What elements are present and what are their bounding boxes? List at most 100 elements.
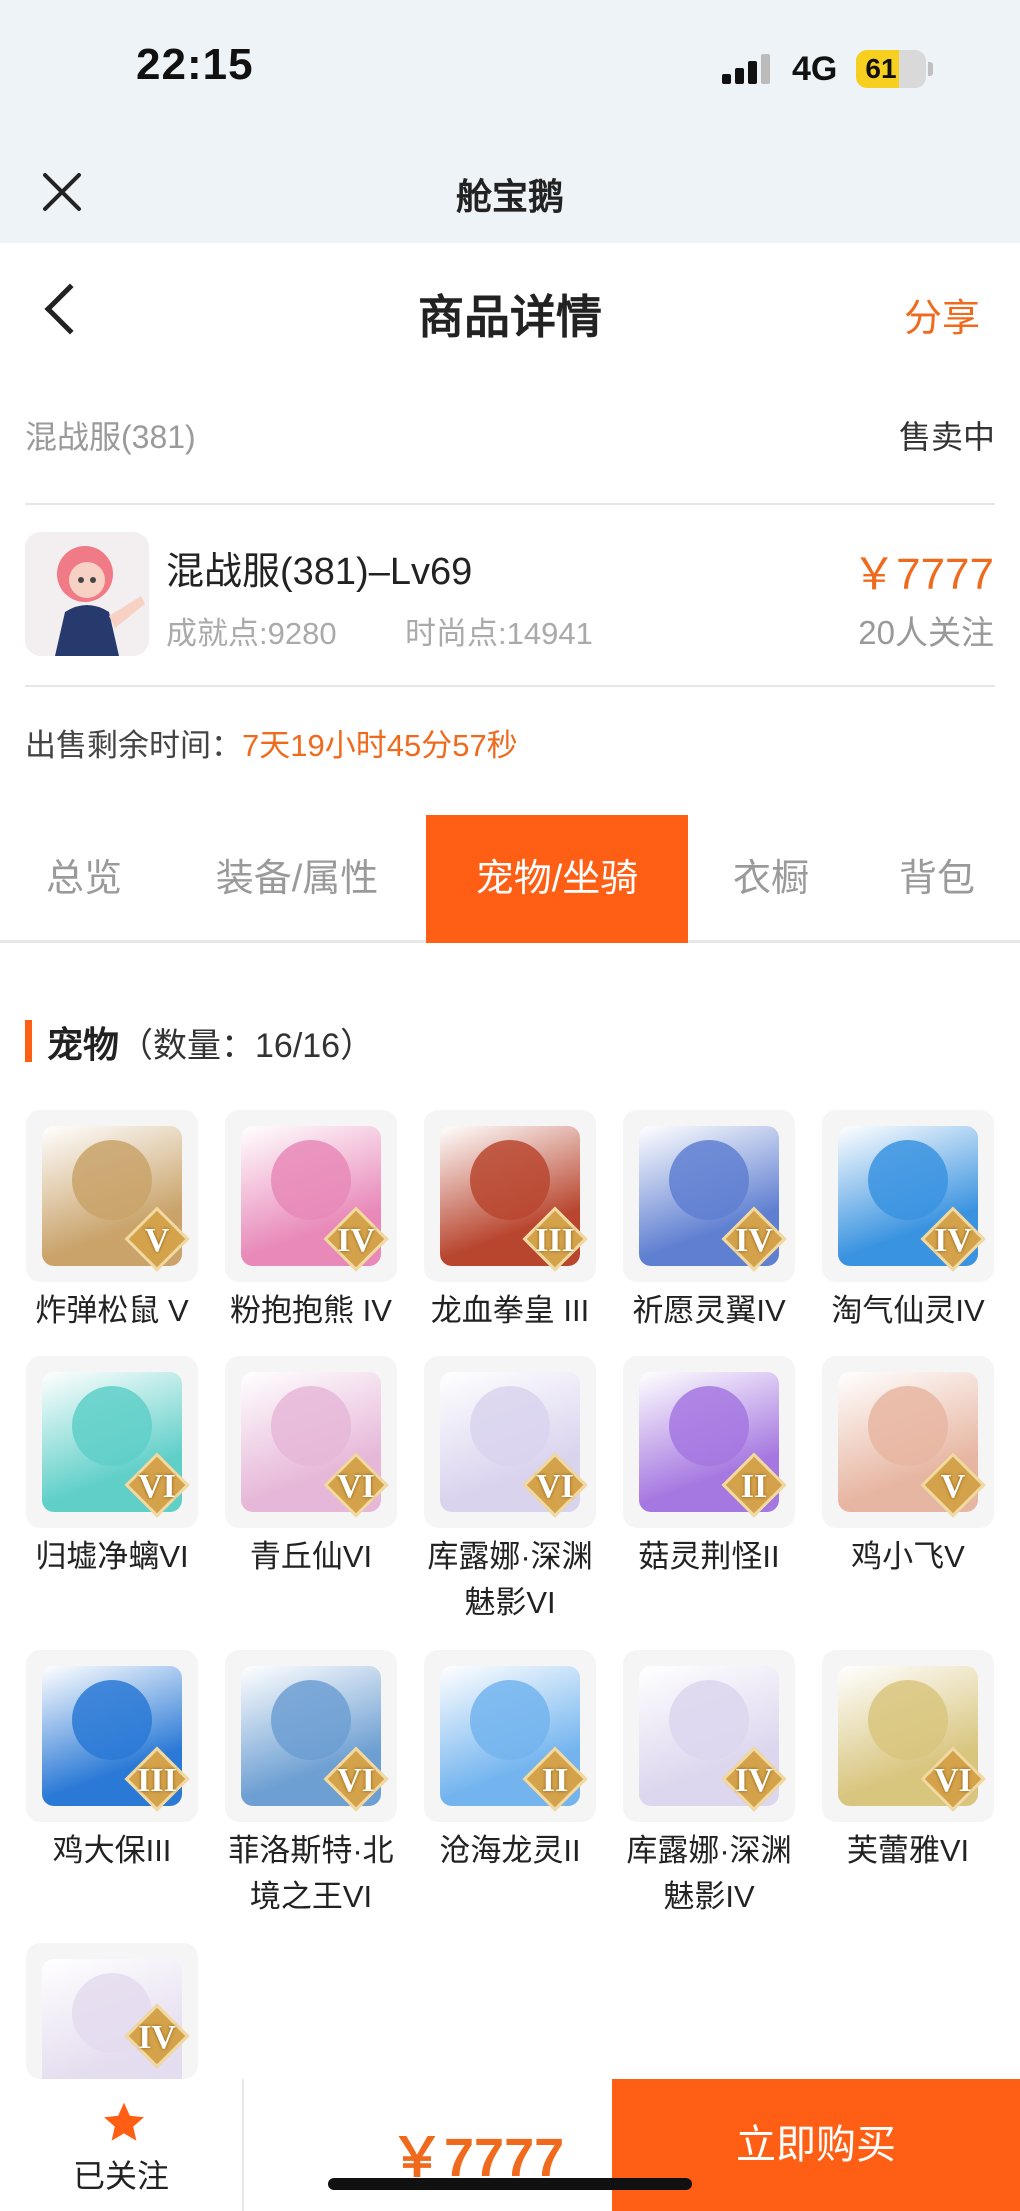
grade-badge-text: II <box>740 1468 768 1505</box>
pet-figure <box>868 1386 948 1466</box>
battery-level: 61 <box>865 53 897 84</box>
pet-name: 鸡小飞V <box>851 1539 965 1574</box>
pet-name: 祈愿灵翼IV <box>632 1293 786 1328</box>
achievement-points: 成就点:9280 <box>166 616 337 651</box>
pet-image: IV <box>623 1650 795 1822</box>
pet-figure <box>271 1140 351 1220</box>
grade-badge-text: V <box>144 1222 170 1259</box>
tab-equipment[interactable]: 装备/属性 <box>168 815 426 943</box>
section-accent-bar <box>25 1020 32 1062</box>
divider <box>25 503 995 505</box>
follow-label: 已关注 <box>72 2158 169 2194</box>
status-time: 22:15 <box>136 40 254 89</box>
tab-overview[interactable]: 总览 <box>0 815 168 943</box>
battery-tip <box>928 62 933 76</box>
grade-badge-text: IV <box>735 1762 773 1799</box>
remaining-time: 出售剩余时间：7天19小时45分57秒 <box>25 720 518 765</box>
grade-badge-text: VI <box>138 1468 176 1505</box>
pet-figure <box>669 1140 749 1220</box>
pet-name: 库露娜·深渊魅影VI <box>427 1539 593 1620</box>
pet-figure <box>868 1140 948 1220</box>
section-title: 宠物 <box>47 1024 120 1065</box>
follower-count: 20人关注 <box>858 614 994 651</box>
remaining-time-label: 出售剩余时间： <box>25 728 242 763</box>
buy-now-button[interactable]: 立即购买 <box>612 2079 1020 2211</box>
page-title: 商品详情 <box>418 291 602 343</box>
pet-name: 青丘仙VI <box>249 1539 373 1574</box>
grade-badge-text: IV <box>138 2019 176 2056</box>
star-icon <box>104 2102 144 2141</box>
grade-badge-text: IV <box>934 1222 972 1259</box>
pet-figure <box>72 1680 152 1760</box>
pet-figure <box>868 1680 948 1760</box>
pet-name: 淘气仙灵IV <box>831 1293 985 1328</box>
status-bar: 22:15 4G 61 <box>0 0 1020 140</box>
grade-badge-text: V <box>940 1468 966 1505</box>
pet-image: V <box>26 1110 198 1282</box>
section-count: （数量：16/16） <box>119 1027 375 1065</box>
pet-figure <box>72 1386 152 1466</box>
pet-image: IV <box>822 1110 994 1282</box>
grade-badge-text: VI <box>337 1468 375 1505</box>
pet-name: 菲洛斯特·北境之王VI <box>228 1833 394 1914</box>
nav-bar: 商品详情 分享 <box>0 243 1020 378</box>
server-name: 混战服(381) <box>25 419 196 455</box>
pet-figure <box>470 1680 550 1760</box>
grade-badge-text: VI <box>934 1762 972 1799</box>
tab-bar: 总览 装备/属性 宠物/坐骑 衣橱 背包 <box>0 815 1020 943</box>
grade-badge-text: IV <box>735 1222 773 1259</box>
pet-image: VI <box>424 1356 596 1528</box>
mini-program-title: 舱宝鹅 <box>455 176 564 217</box>
pet-image: VI <box>225 1650 397 1822</box>
pet-figure <box>669 1386 749 1466</box>
pet-image: IV <box>26 1943 198 2079</box>
pet-figure <box>470 1386 550 1466</box>
pet-image: IV <box>225 1110 397 1282</box>
grade-badge-text: III <box>535 1222 575 1259</box>
fashion-points: 时尚点:14941 <box>405 616 593 651</box>
pet-image: VI <box>225 1356 397 1528</box>
pet-name: 芙蕾雅VI <box>846 1833 970 1868</box>
pet-image: III <box>26 1650 198 1822</box>
home-indicator <box>328 2178 692 2190</box>
grade-badge-text: VI <box>337 1762 375 1799</box>
battery-icon: 61 <box>856 50 926 88</box>
listing-price: ￥7777 <box>852 550 994 599</box>
character-avatar <box>25 532 149 656</box>
pet-name: 粉抱抱熊 IV <box>230 1293 392 1328</box>
pet-image: VI <box>26 1356 198 1528</box>
pet-figure <box>470 1140 550 1220</box>
grade-badge-text: III <box>137 1762 177 1799</box>
share-button[interactable]: 分享 <box>904 287 980 342</box>
divider <box>25 685 995 687</box>
pet-image: VI <box>822 1650 994 1822</box>
pet-image: III <box>424 1110 596 1282</box>
pet-name: 归墟净螭VI <box>35 1539 189 1574</box>
tab-wardrobe[interactable]: 衣橱 <box>688 815 854 943</box>
pet-image: V <box>822 1356 994 1528</box>
network-type: 4G <box>792 50 838 88</box>
pet-image: II <box>623 1356 795 1528</box>
pet-figure <box>669 1680 749 1760</box>
listing-title: 混战服(381)–Lv69 <box>166 551 473 593</box>
pet-figure <box>271 1386 351 1466</box>
pet-figure <box>72 1140 152 1220</box>
pet-name: 炸弹松鼠 V <box>35 1293 189 1328</box>
grade-badge-text: VI <box>536 1468 574 1505</box>
pet-image: IV <box>623 1110 795 1282</box>
grade-badge-text: IV <box>337 1222 375 1259</box>
bottom-action-bar: 已关注 ￥7777 立即购买 <box>0 2079 1020 2211</box>
sale-status: 售卖中 <box>898 419 995 455</box>
pet-name: 龙血拳皇 III <box>430 1293 590 1328</box>
pet-name: 鸡大保III <box>52 1833 172 1868</box>
follow-button[interactable]: 已关注 <box>0 2079 244 2211</box>
tab-bag[interactable]: 背包 <box>854 815 1020 943</box>
mini-program-bar: 舱宝鹅 <box>0 140 1020 243</box>
remaining-time-value: 7天19小时45分57秒 <box>242 728 518 763</box>
grade-badge-text: II <box>541 1762 569 1799</box>
pet-name: 菇灵荆怪II <box>638 1539 780 1574</box>
pet-figure <box>271 1680 351 1760</box>
tab-pets-mounts[interactable]: 宠物/坐骑 <box>426 815 688 943</box>
pet-name: 沧海龙灵II <box>439 1833 581 1868</box>
pet-image: II <box>424 1650 596 1822</box>
